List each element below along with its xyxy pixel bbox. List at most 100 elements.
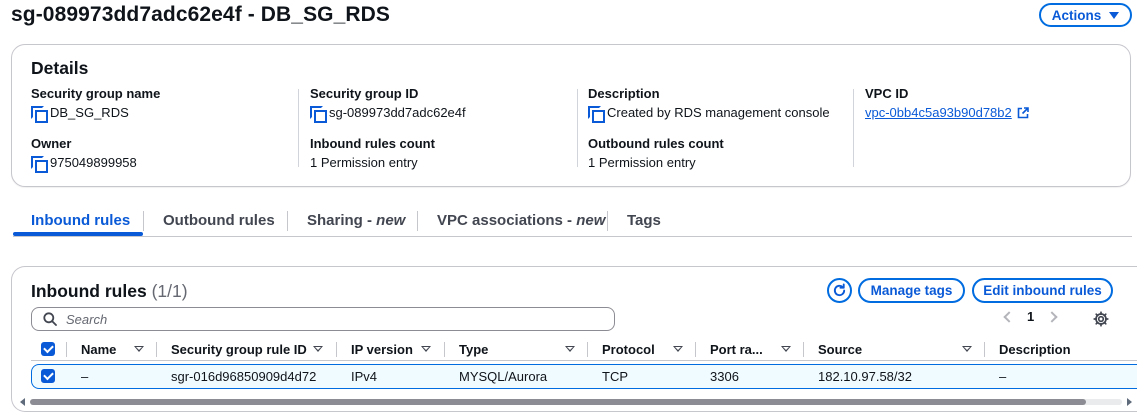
tab-bar: Inbound rules Outbound rules Sharing - n… <box>13 205 1132 237</box>
table-header: Name Security group rule ID IP version T… <box>31 337 1137 361</box>
column-header-port-range[interactable]: Port ra... <box>710 337 763 361</box>
tab-label: Tags <box>627 211 661 229</box>
field-label: Description <box>588 86 660 101</box>
sort-icon[interactable] <box>673 346 683 352</box>
manage-tags-button[interactable]: Manage tags <box>858 278 965 303</box>
gear-icon[interactable] <box>1093 311 1109 327</box>
pagination: 1 <box>1003 309 1058 324</box>
tab-label: Inbound rules <box>31 211 131 229</box>
cell-ip-version: IPv4 <box>351 369 378 384</box>
column-separator <box>695 342 696 357</box>
inbound-rules-heading: Inbound rules <box>31 281 147 301</box>
column-header-type[interactable]: Type <box>459 337 488 361</box>
tab-separator <box>143 211 144 231</box>
field-value: DB_SG_RDS <box>50 105 129 120</box>
caret-down-icon <box>1109 11 1120 19</box>
column-header-protocol[interactable]: Protocol <box>602 337 655 361</box>
field-value: 1 Permission entry <box>310 155 418 170</box>
column-separator <box>156 342 157 357</box>
copy-icon[interactable] <box>310 105 327 123</box>
cell-port-range: 3306 <box>710 369 739 384</box>
table-row[interactable]: – sgr-016d96850909d4d72 IPv4 MYSQL/Auror… <box>31 364 1137 389</box>
tab-separator <box>607 211 608 231</box>
sort-icon[interactable] <box>421 346 431 352</box>
sort-icon[interactable] <box>313 346 323 352</box>
field-owner: Owner 975049899958 <box>31 136 137 173</box>
page-title: sg-089973dd7adc62e4f - DB_SG_RDS <box>11 3 391 26</box>
actions-label: Actions <box>1051 7 1102 23</box>
field-security-group-name: Security group name DB_SG_RDS <box>31 86 160 123</box>
column-separator <box>336 342 337 357</box>
tab-vpc-associations[interactable]: VPC associations - new <box>437 205 605 235</box>
field-value: 975049899958 <box>50 155 137 170</box>
copy-icon[interactable] <box>588 105 605 123</box>
field-value: Created by RDS management console <box>607 105 830 120</box>
scroll-right-icon[interactable] <box>1127 398 1132 406</box>
tab-new-badge: new <box>376 211 406 229</box>
field-description: Description Created by RDS management co… <box>588 86 830 123</box>
tab-sharing[interactable]: Sharing - new <box>307 205 405 235</box>
scroll-thumb[interactable] <box>30 399 1086 405</box>
field-value: 1 Permission entry <box>588 155 696 170</box>
cell-rule-id: sgr-016d96850909d4d72 <box>171 369 317 384</box>
column-header-description[interactable]: Description <box>999 337 1071 361</box>
previous-page-icon[interactable] <box>1003 310 1015 323</box>
copy-icon[interactable] <box>31 155 48 173</box>
sort-icon[interactable] <box>781 346 791 352</box>
page-number[interactable]: 1 <box>1027 309 1034 324</box>
external-link-icon[interactable] <box>1017 106 1029 119</box>
field-value: sg-089973dd7adc62e4f <box>329 105 466 120</box>
field-vpc-id: VPC ID vpc-0bb4c5a93b90d78b2 <box>865 86 1029 120</box>
details-title: Details <box>31 58 89 78</box>
sort-icon[interactable] <box>134 346 144 352</box>
column-header-ip-version[interactable]: IP version <box>351 337 413 361</box>
tab-inbound-rules[interactable]: Inbound rules <box>31 205 130 235</box>
refresh-button[interactable] <box>827 278 852 303</box>
horizontal-scrollbar[interactable] <box>20 397 1132 406</box>
cell-source: 182.10.97.58/32 <box>818 369 912 384</box>
column-divider <box>298 89 299 167</box>
sort-icon[interactable] <box>962 346 972 352</box>
edit-inbound-rules-button[interactable]: Edit inbound rules <box>972 278 1113 303</box>
column-separator <box>984 342 985 357</box>
cell-description: – <box>999 369 1007 384</box>
inbound-rules-title: Inbound rules (1/1) <box>31 281 188 302</box>
active-tab-indicator <box>13 232 143 236</box>
search-input[interactable] <box>66 311 566 327</box>
actions-button[interactable]: Actions <box>1039 3 1132 27</box>
next-page-icon[interactable] <box>1046 310 1058 323</box>
select-all-checkbox[interactable] <box>41 342 55 356</box>
cell-type: MYSQL/Aurora <box>459 369 548 384</box>
column-separator <box>66 342 67 357</box>
field-label: Outbound rules count <box>588 136 724 151</box>
column-header-rule-id[interactable]: Security group rule ID <box>171 337 307 361</box>
search-box[interactable] <box>31 307 615 331</box>
cell-protocol: TCP <box>602 369 628 384</box>
column-divider <box>577 89 578 167</box>
column-separator <box>444 342 445 357</box>
sort-icon[interactable] <box>565 346 575 352</box>
field-inbound-rules-count: Inbound rules count 1 Permission entry <box>310 136 435 170</box>
field-label: VPC ID <box>865 86 909 101</box>
tab-tags[interactable]: Tags <box>627 205 661 235</box>
tab-separator <box>287 211 288 231</box>
column-divider <box>853 89 854 167</box>
scroll-left-icon[interactable] <box>20 398 25 406</box>
column-separator <box>803 342 804 357</box>
field-label: Owner <box>31 136 72 151</box>
tab-outbound-rules[interactable]: Outbound rules <box>163 205 275 235</box>
column-header-source[interactable]: Source <box>818 337 862 361</box>
row-checkbox[interactable] <box>41 369 55 383</box>
copy-icon[interactable] <box>31 105 48 123</box>
column-separator <box>587 342 588 357</box>
vpc-id-link[interactable]: vpc-0bb4c5a93b90d78b2 <box>865 105 1012 120</box>
tab-label: VPC associations - <box>437 211 577 229</box>
column-header-name[interactable]: Name <box>81 337 116 361</box>
field-outbound-rules-count: Outbound rules count 1 Permission entry <box>588 136 724 170</box>
field-label: Security group ID <box>310 86 419 101</box>
cell-name: – <box>81 369 89 384</box>
search-icon <box>43 312 57 326</box>
tab-label: Sharing - <box>307 211 377 229</box>
refresh-icon <box>833 283 846 297</box>
tab-new-badge: new <box>576 211 606 229</box>
